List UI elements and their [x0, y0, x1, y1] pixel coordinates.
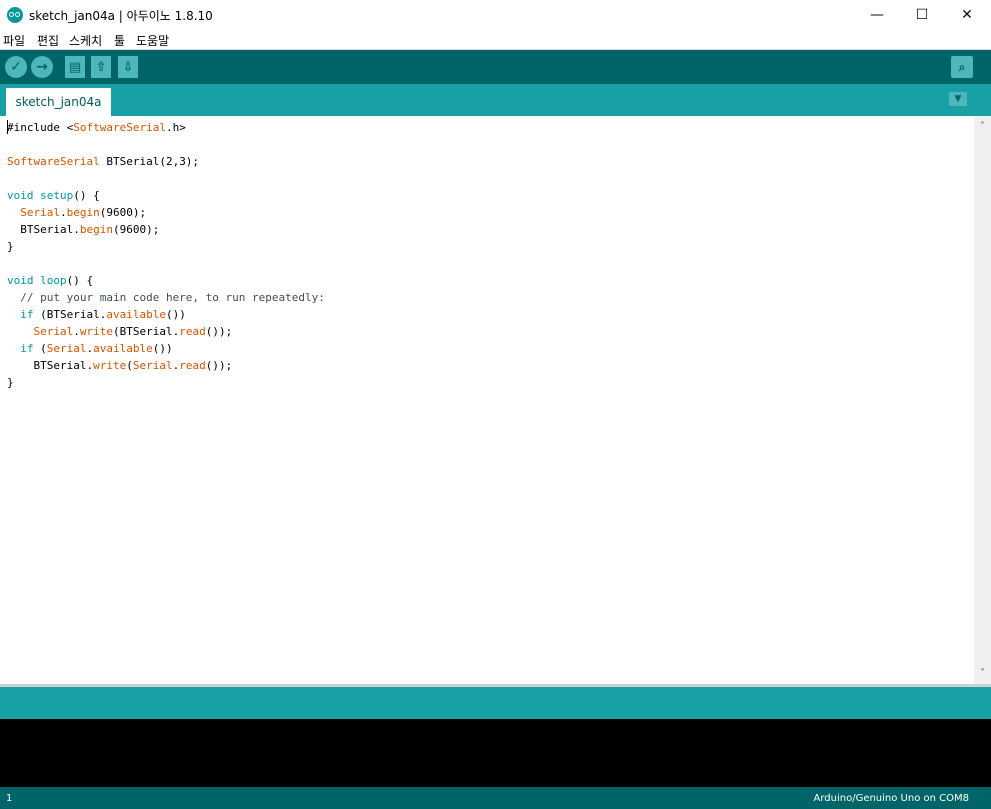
code-line[interactable]: void setup() {	[7, 187, 325, 204]
upload-icon[interactable]: →	[31, 56, 53, 78]
code-line[interactable]: BTSerial.begin(9600);	[7, 221, 325, 238]
code-token: SoftwareSerial	[73, 121, 166, 134]
code-token: BTSerial.	[7, 223, 80, 236]
code-token: loop	[40, 274, 67, 287]
code-token: (BTSerial.	[33, 308, 107, 321]
code-line[interactable]: BTSerial.write(Serial.read());	[7, 357, 325, 374]
toolbar: ✓ → ▤ ⇧ ⇩ ⌕	[0, 50, 991, 84]
code-token: Serial	[46, 342, 87, 355]
menu-help[interactable]: 도움말	[136, 32, 169, 49]
console-output	[0, 719, 991, 787]
code-line[interactable]: Serial.write(BTSerial.read());	[7, 323, 325, 340]
menu-bar: 파일 편집 스케치 툴 도움말	[0, 30, 991, 50]
code-token: if	[20, 308, 34, 321]
code-line[interactable]	[7, 255, 325, 272]
code-token: void	[7, 274, 34, 287]
code-token: .	[60, 206, 67, 219]
scroll-up-icon[interactable]: ˄	[974, 118, 991, 135]
tab-menu-icon[interactable]: ▼	[949, 92, 967, 106]
code-token: SoftwareSerial	[7, 155, 100, 168]
code-token: write	[79, 325, 113, 338]
code-line[interactable]	[7, 170, 325, 187]
minimize-button[interactable]: —	[854, 0, 900, 30]
code-token: (	[126, 359, 133, 372]
code-editor[interactable]: #include <SoftwareSerial.h> SoftwareSeria…	[0, 116, 974, 684]
code-line[interactable]: if (Serial.available())	[7, 340, 325, 357]
status-bar: 1 Arduino/Genuino Uno on COM8	[0, 787, 991, 809]
code-token: Serial	[33, 325, 74, 338]
tab-bar: sketch_jan04a ▼	[0, 84, 991, 116]
code-text[interactable]: #include <SoftwareSerial.h> SoftwareSeria…	[7, 119, 325, 391]
code-token: // put your main code here, to run repea…	[7, 291, 325, 304]
code-token: BTSerial.	[7, 359, 94, 372]
message-area	[0, 687, 991, 719]
code-line[interactable]: SoftwareSerial BTSerial(2,3);	[7, 153, 325, 170]
code-token: ());	[205, 325, 233, 338]
code-line[interactable]: // put your main code here, to run repea…	[7, 289, 325, 306]
code-token: ());	[205, 359, 233, 372]
code-token: }	[7, 240, 14, 253]
open-sketch-icon[interactable]: ⇧	[91, 56, 111, 78]
vertical-scrollbar[interactable]: ˄ ˅	[974, 116, 991, 684]
menu-file[interactable]: 파일	[3, 32, 25, 49]
serial-monitor-icon[interactable]: ⌕	[951, 56, 973, 78]
code-line[interactable]	[7, 136, 325, 153]
code-token: (9600);	[112, 223, 160, 236]
code-token: #include <	[7, 121, 74, 134]
new-sketch-icon[interactable]: ▤	[65, 56, 85, 78]
code-token: BTSerial(2,3);	[99, 155, 200, 168]
code-token: begin	[79, 223, 113, 236]
code-token: available	[93, 342, 153, 355]
menu-sketch[interactable]: 스케치	[69, 32, 102, 49]
code-line[interactable]: }	[7, 238, 325, 255]
tab-sketch[interactable]: sketch_jan04a	[6, 88, 111, 116]
code-line[interactable]: if (BTSerial.available())	[7, 306, 325, 323]
code-token: begin	[66, 206, 100, 219]
scroll-down-icon[interactable]: ˅	[974, 665, 991, 682]
code-token: write	[93, 359, 127, 372]
menu-tools[interactable]: 툴	[114, 32, 125, 49]
code-token: available	[106, 308, 166, 321]
code-token: () {	[73, 189, 100, 202]
code-token: }	[7, 376, 14, 389]
code-token: () {	[66, 274, 94, 287]
line-number: 1	[6, 793, 13, 804]
code-token: read	[179, 325, 206, 338]
code-token: ())	[165, 308, 186, 321]
menu-edit[interactable]: 편집	[37, 32, 59, 49]
code-token: (	[33, 342, 47, 355]
code-token: Serial	[132, 359, 173, 372]
code-line[interactable]: void loop() {	[7, 272, 325, 289]
verify-icon[interactable]: ✓	[5, 56, 27, 78]
code-line[interactable]: }	[7, 374, 325, 391]
code-token: .h>	[165, 121, 186, 134]
close-button[interactable]: ✕	[944, 0, 990, 30]
code-token: (BTSerial.	[113, 325, 180, 338]
code-line[interactable]: #include <SoftwareSerial.h>	[7, 119, 325, 136]
title-bar: sketch_jan04a | 아두이노 1.8.10 — ☐ ✕	[0, 0, 991, 30]
code-token: ())	[152, 342, 173, 355]
code-token: read	[179, 359, 206, 372]
code-token: Serial	[20, 206, 60, 219]
arduino-logo-icon	[7, 7, 23, 23]
code-token: setup	[40, 189, 74, 202]
board-port-label: Arduino/Genuino Uno on COM8	[813, 793, 970, 804]
code-token: .	[73, 325, 80, 338]
code-token: void	[7, 189, 34, 202]
code-token: if	[20, 342, 34, 355]
code-line[interactable]: Serial.begin(9600);	[7, 204, 325, 221]
maximize-button[interactable]: ☐	[899, 0, 945, 30]
save-sketch-icon[interactable]: ⇩	[118, 56, 138, 78]
code-token: (9600);	[99, 206, 147, 219]
window-title: sketch_jan04a | 아두이노 1.8.10	[29, 9, 213, 23]
